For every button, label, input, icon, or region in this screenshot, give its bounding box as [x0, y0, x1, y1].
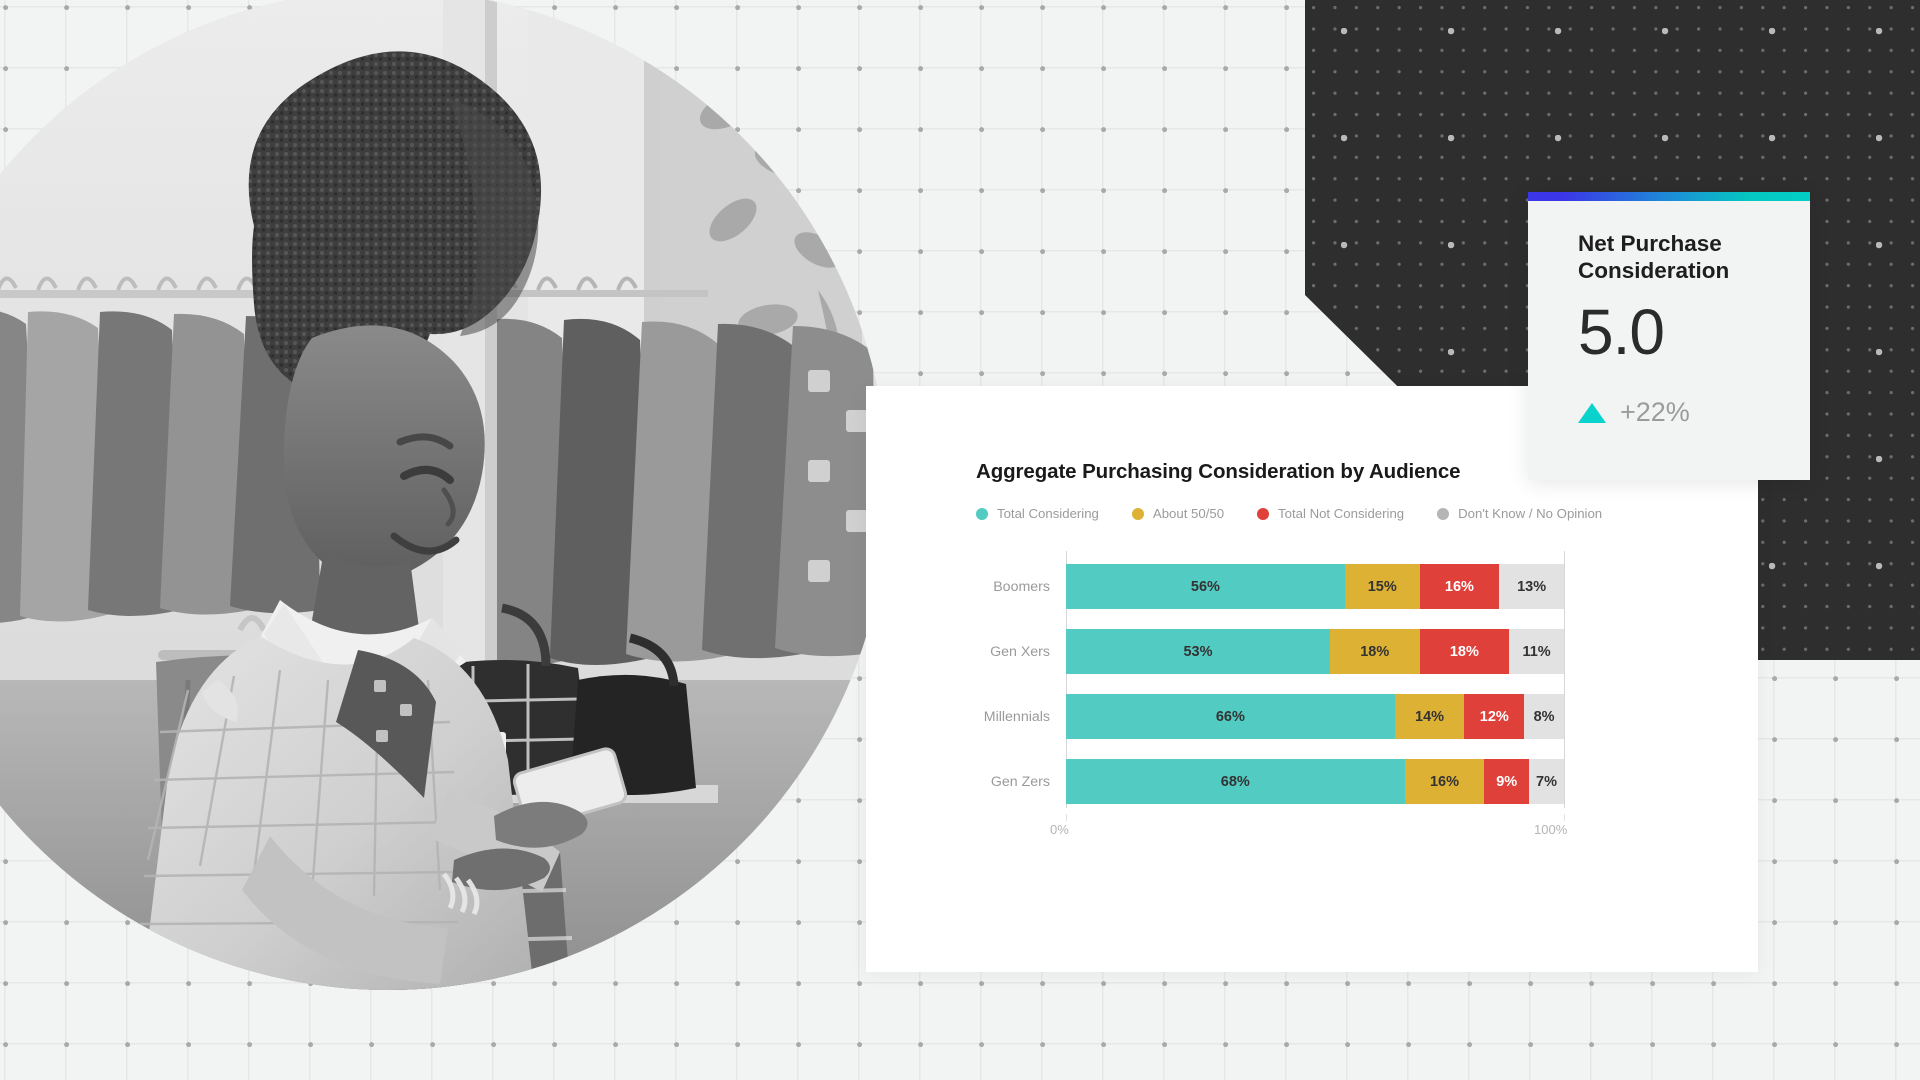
x-axis-ticks: 0% 100% [866, 814, 1758, 852]
triangle-up-icon [1578, 402, 1606, 423]
kpi-accent-bar [1528, 192, 1810, 201]
bar-segment-dont-know[interactable]: 11% [1509, 629, 1564, 674]
category-label: Millennials [983, 708, 1050, 725]
stacked-bar: 56% 15% 16% 13% [1066, 564, 1564, 609]
bar-rows: Boomers 56% 15% 16% 13% Gen Xers 53% 18%… [866, 564, 1758, 824]
bar-segment-total-considering[interactable]: 56% [1066, 564, 1345, 609]
bar-row-gen-zers: Gen Zers 68% 16% 9% 7% [866, 759, 1758, 824]
bar-segment-about-5050[interactable]: 15% [1344, 564, 1420, 609]
stacked-bar: 66% 14% 12% 8% [1066, 694, 1564, 739]
bar-segment-total-not-considering[interactable]: 9% [1484, 759, 1530, 804]
bar-segment-dont-know[interactable]: 8% [1524, 694, 1564, 739]
kpi-delta: +22% [1578, 397, 1690, 428]
bar-row-millennials: Millennials 66% 14% 12% 8% [866, 694, 1758, 759]
bar-segment-about-5050[interactable]: 16% [1404, 759, 1485, 804]
bar-segment-total-considering[interactable]: 68% [1066, 759, 1405, 804]
bar-row-boomers: Boomers 56% 15% 16% 13% [866, 564, 1758, 629]
bar-segment-about-5050[interactable]: 18% [1329, 629, 1420, 674]
infographic-canvas: Aggregate Purchasing Consideration by Au… [0, 0, 1920, 1080]
bar-segment-total-not-considering[interactable]: 18% [1419, 629, 1510, 674]
bar-segment-dont-know[interactable]: 7% [1529, 759, 1564, 804]
kpi-title: Net Purchase Consideration [1578, 231, 1730, 284]
category-label: Gen Zers [990, 773, 1050, 790]
bar-segment-total-considering[interactable]: 66% [1066, 694, 1395, 739]
x-tick-label-100: 100% [1534, 822, 1568, 837]
bar-segment-about-5050[interactable]: 14% [1394, 694, 1465, 739]
tick-mark-start [1066, 814, 1067, 821]
bar-segment-total-not-considering[interactable]: 12% [1464, 694, 1525, 739]
bar-row-gen-xers: Gen Xers 53% 18% 18% 11% [866, 629, 1758, 694]
kpi-card: Net Purchase Consideration 5.0 +22% [1528, 192, 1810, 480]
stacked-bar: 53% 18% 18% 11% [1066, 629, 1564, 674]
stacked-bar: 68% 16% 9% 7% [1066, 759, 1564, 804]
kpi-value: 5.0 [1578, 296, 1665, 368]
x-tick-label-0: 0% [1050, 822, 1069, 837]
bar-segment-total-considering[interactable]: 53% [1066, 629, 1330, 674]
category-label: Gen Xers [990, 643, 1050, 660]
tick-mark-end [1564, 814, 1565, 821]
bar-segment-dont-know[interactable]: 13% [1499, 564, 1564, 609]
bar-segment-total-not-considering[interactable]: 16% [1419, 564, 1500, 609]
kpi-delta-value: +22% [1620, 397, 1690, 427]
category-label: Boomers [993, 578, 1050, 595]
